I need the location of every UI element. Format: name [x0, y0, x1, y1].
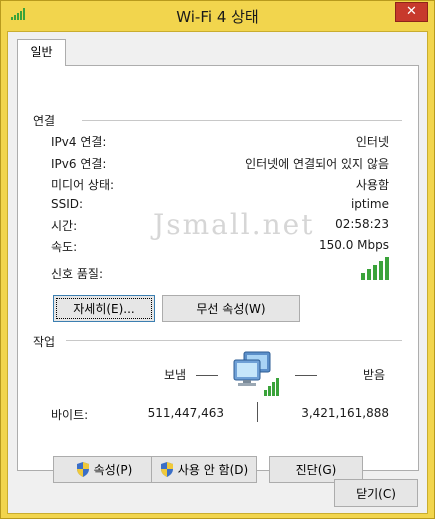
properties-button-label: 속성(P)	[93, 463, 133, 477]
speed-label: 속도:	[51, 240, 78, 254]
connection-divider	[82, 120, 402, 121]
ipv4-label: IPv4 연결:	[51, 135, 107, 149]
media-state-value: 사용함	[355, 178, 389, 192]
details-button[interactable]: 자세히(E)...	[53, 295, 155, 322]
wireless-properties-button[interactable]: 무선 속성(W)	[162, 295, 300, 322]
signal-quality-label: 신호 품질:	[51, 267, 104, 281]
wireless-properties-label: 무선 속성(W)	[196, 302, 266, 316]
ipv4-value: 인터넷	[355, 135, 389, 149]
network-computers-icon	[233, 351, 279, 396]
activity-section-title: 작업	[33, 335, 56, 349]
signal-strength-icon	[361, 257, 389, 280]
dialog-client-area: 일반 연결 IPv4 연결: 인터넷 IPv6 연결: 인터넷에 연결되어 있지…	[7, 31, 428, 514]
dialog-close-label: 닫기(C)	[356, 486, 396, 501]
duration-label: 시간:	[51, 219, 78, 233]
tab-panel-general: 연결 IPv4 연결: 인터넷 IPv6 연결: 인터넷에 연결되어 있지 않음…	[17, 65, 419, 483]
media-state-label: 미디어 상태:	[51, 178, 115, 192]
dialog-close-button[interactable]: 닫기(C)	[334, 479, 418, 507]
bytes-divider	[257, 402, 258, 422]
close-icon: ✕	[406, 4, 417, 19]
properties-button[interactable]: 속성(P)	[53, 456, 155, 483]
bytes-received-value: 3,421,161,888	[301, 406, 389, 420]
received-line	[295, 375, 317, 376]
shield-icon	[76, 462, 89, 477]
sent-label: 보냄	[164, 368, 187, 382]
disable-button[interactable]: 사용 안 함(D)	[151, 456, 257, 483]
wifi-status-window: Wi-Fi 4 상태 ✕ 일반 연결 IPv4 연결: 인터넷 IPv6 연결:…	[0, 0, 435, 519]
diagnose-button-label: 진단(G)	[295, 463, 337, 477]
watermark: Jsmall.net	[153, 208, 315, 241]
details-button-label: 자세히(E)...	[73, 302, 135, 316]
connection-section-title: 연결	[33, 114, 56, 128]
window-title: Wi-Fi 4 상태	[176, 8, 259, 26]
ssid-label: SSID:	[51, 197, 84, 211]
activity-divider	[66, 340, 402, 341]
disable-button-label: 사용 안 함(D)	[177, 463, 249, 477]
received-label: 받음	[363, 368, 386, 382]
sent-line	[196, 375, 218, 376]
duration-value: 02:58:23	[335, 217, 389, 231]
close-window-button[interactable]: ✕	[395, 2, 428, 22]
ipv6-value: 인터넷에 연결되어 있지 않음	[245, 157, 389, 171]
ssid-value: iptime	[350, 197, 389, 211]
tab-general[interactable]: 일반	[17, 39, 66, 66]
bytes-sent-value: 511,447,463	[147, 406, 224, 420]
title-bar[interactable]: Wi-Fi 4 상태 ✕	[1, 1, 434, 31]
ipv6-label: IPv6 연결:	[51, 157, 107, 171]
bytes-label: 바이트:	[51, 408, 89, 422]
shield-icon	[160, 462, 173, 477]
speed-value: 150.0 Mbps	[318, 238, 389, 252]
